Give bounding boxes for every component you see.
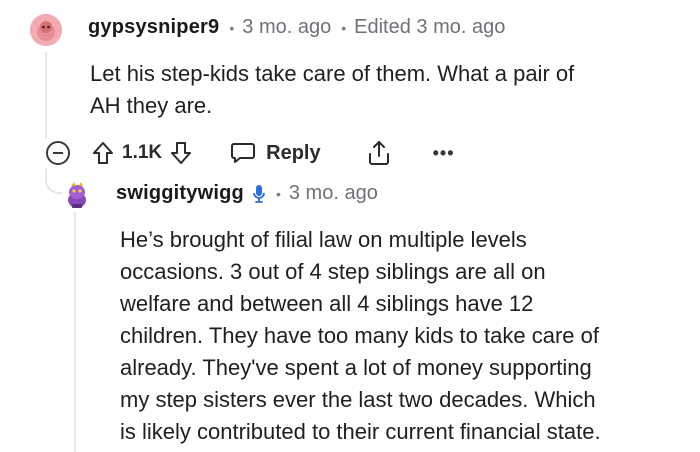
username[interactable]: swiggitywigg [116, 182, 244, 205]
comment-text-line: Let his step-kids take care of them. Wha… [90, 61, 575, 86]
reply-meta: swiggitywigg • 3 mo. ago [116, 182, 378, 205]
snoo-avatar-icon [68, 182, 86, 208]
reply-thread-line[interactable] [74, 212, 76, 452]
upvote-icon[interactable] [92, 141, 114, 165]
separator-dot: • [229, 19, 235, 36]
timestamp: 3 mo. ago [288, 182, 378, 204]
vote-group: 1.1K [92, 141, 192, 165]
share-icon [368, 141, 389, 165]
reply-label: Reply [266, 141, 321, 164]
downvote-icon[interactable] [170, 141, 192, 165]
username[interactable]: gypsysniper9 [88, 16, 219, 39]
share-button[interactable] [367, 140, 391, 166]
comment-thread: gypsysniper9 • 3 mo. ago • Edited 3 mo. … [0, 0, 700, 452]
reply-button[interactable]: Reply [230, 141, 321, 165]
separator-dot: • [341, 19, 347, 36]
edited-label: Edited 3 mo. ago [354, 16, 506, 38]
comment-body: Let his step-kids take care of them. Wha… [90, 58, 650, 122]
timestamp: 3 mo. ago [242, 16, 332, 38]
reply-text-line: already. They've spent a lot of money su… [120, 355, 592, 380]
reply-text-line: occasions. 3 out of 4 step siblings are … [120, 259, 546, 284]
reply-text-line: He’s brought of filial law on multiple l… [120, 227, 527, 252]
microphone-icon [252, 184, 266, 204]
reply-text-line: is likely contributed to their current f… [120, 419, 601, 444]
comment-text-line: AH they are. [90, 93, 213, 118]
vote-count: 1.1K [122, 142, 163, 163]
separator-dot: • [275, 185, 281, 202]
reply-bubble-icon [231, 143, 256, 163]
thread-line[interactable] [45, 52, 47, 138]
more-icon[interactable]: ••• [433, 143, 455, 164]
reply-text-line: welfare and between all 4 siblings have … [120, 291, 534, 316]
snoo-avatar-icon [30, 14, 62, 46]
reply-body: He’s brought of filial law on multiple l… [120, 224, 680, 448]
collapse-icon[interactable] [46, 141, 70, 165]
reply-text-line: children. They have too many kids to tak… [120, 323, 599, 348]
comment-meta: gypsysniper9 • 3 mo. ago • Edited 3 mo. … [88, 16, 505, 39]
comment-action-bar: 1.1K Reply ••• [46, 136, 455, 170]
avatar[interactable] [30, 14, 62, 46]
avatar[interactable] [62, 180, 92, 210]
reply-text-line: my step sisters ever the last two decade… [120, 387, 596, 412]
